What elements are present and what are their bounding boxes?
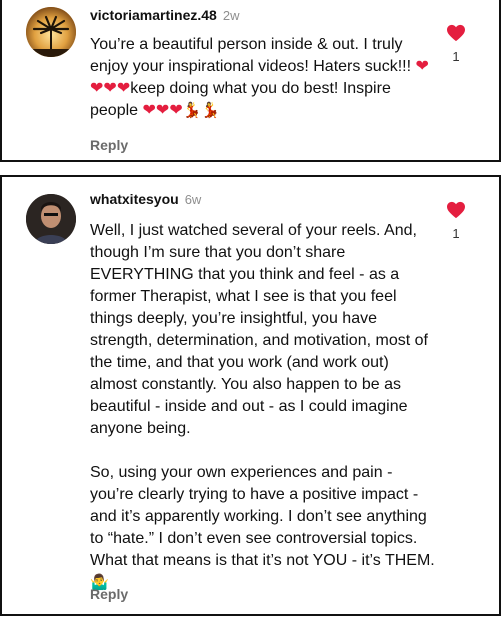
comment-paragraph: Well, I just watched several of your ree… — [90, 222, 428, 437]
comment-text-part: keep doing what you do best! Inspire peo… — [90, 80, 391, 119]
comment-card: whatxitesyou 6w Well, I just watched seve… — [0, 175, 501, 616]
comment-text: Well, I just watched several of your ree… — [90, 220, 435, 594]
comment-text-part: You’re a beautiful person inside & out. … — [90, 36, 416, 75]
reply-button[interactable]: Reply — [90, 586, 128, 602]
avatar-image — [26, 7, 76, 57]
red-hearts-emoji: ❤❤❤ — [142, 102, 183, 119]
dancer-emoji: 💃💃 — [182, 102, 221, 119]
heart-icon[interactable] — [446, 201, 466, 219]
avatar-image — [26, 194, 76, 244]
comment-username[interactable]: victoriamartinez.48 2w — [90, 7, 239, 23]
like-count: 1 — [452, 226, 460, 241]
avatar[interactable] — [26, 194, 76, 244]
heart-icon[interactable] — [446, 24, 466, 42]
comment-paragraph: So, using your own experiences and pain … — [90, 462, 435, 594]
username-text[interactable]: whatxitesyou — [90, 191, 179, 207]
comment-time: 2w — [222, 8, 240, 23]
comment-text: You’re a beautiful person inside & out. … — [90, 34, 435, 122]
comment-card: victoriamartinez.48 2w You’re a beautiful… — [0, 0, 501, 162]
reply-button[interactable]: Reply — [90, 137, 128, 153]
avatar[interactable] — [26, 7, 76, 57]
like-control: 1 — [446, 24, 466, 64]
comment-username[interactable]: whatxitesyou 6w — [90, 191, 201, 207]
like-count: 1 — [452, 49, 460, 64]
username-text[interactable]: victoriamartinez.48 — [90, 7, 217, 23]
like-control: 1 — [446, 201, 466, 241]
comment-text-part: So, using your own experiences and pain … — [90, 464, 435, 569]
comment-time: 6w — [184, 192, 202, 207]
